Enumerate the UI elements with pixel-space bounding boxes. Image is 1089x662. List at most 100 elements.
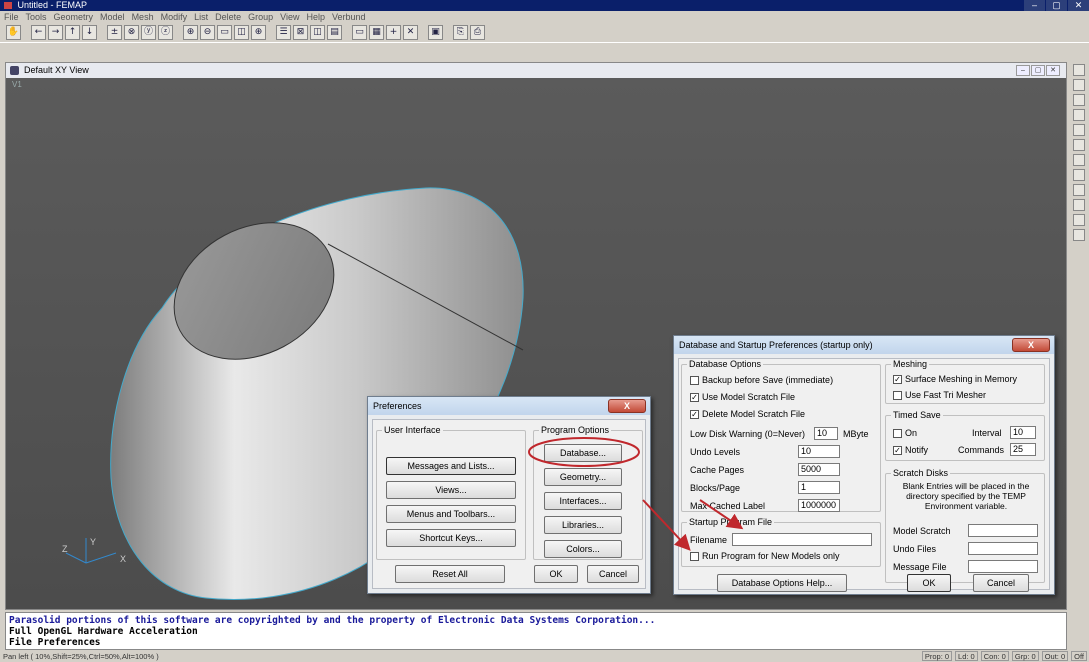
plus-icon[interactable]: +	[386, 25, 401, 40]
menu-help[interactable]: Help	[307, 11, 326, 23]
mesh-icon[interactable]	[1073, 184, 1085, 196]
timed-save-label: Timed Save	[891, 410, 943, 420]
zoom-in-icon[interactable]: ⊕	[183, 25, 198, 40]
messages-and-lists-button[interactable]: Messages and Lists...	[386, 457, 516, 475]
fast-tri-label: Use Fast Tri Mesher	[905, 390, 987, 400]
view-minimize-button[interactable]: –	[1016, 65, 1030, 76]
use-model-scratch-checkbox[interactable]: ✓ Use Model Scratch File	[690, 392, 795, 403]
grid-icon[interactable]: ▦	[369, 25, 384, 40]
database-cancel-button[interactable]: Cancel	[973, 574, 1029, 592]
geometry-button[interactable]: Geometry...	[544, 468, 622, 486]
modify-icon[interactable]	[1073, 169, 1085, 181]
database-options-help-button[interactable]: Database Options Help...	[717, 574, 847, 592]
database-options-label: Database Options	[687, 359, 764, 369]
backup-before-save-checkbox[interactable]: Backup before Save (immediate)	[690, 375, 833, 386]
zoom-out-icon[interactable]: ⊖	[200, 25, 215, 40]
center-icon[interactable]: ⊕	[251, 25, 266, 40]
menu-model[interactable]: Model	[100, 11, 125, 23]
menu-modify[interactable]: Modify	[161, 11, 188, 23]
database-close-button[interactable]: X	[1012, 338, 1050, 352]
left-arrow-icon[interactable]: ←	[31, 25, 46, 40]
fast-tri-mesher-checkbox[interactable]: Use Fast Tri Mesher	[893, 390, 986, 401]
entity-display-icon[interactable]	[1073, 124, 1085, 136]
screen-icon[interactable]: ▭	[352, 25, 367, 40]
menu-view[interactable]: View	[280, 11, 299, 23]
down-arrow-icon[interactable]: ↓	[82, 25, 97, 40]
menu-tools[interactable]: Tools	[26, 11, 47, 23]
menu-list[interactable]: List	[194, 11, 208, 23]
preferences-close-button[interactable]: X	[608, 399, 646, 413]
commands-field[interactable]: 25	[1010, 443, 1036, 456]
rotate-x-icon[interactable]: ⊗	[124, 25, 139, 40]
menu-file[interactable]: File	[4, 11, 19, 23]
print-icon[interactable]: ⎙	[470, 25, 485, 40]
interfaces-button[interactable]: Interfaces...	[544, 492, 622, 510]
libraries-button[interactable]: Libraries...	[544, 516, 622, 534]
cancel-button[interactable]: Cancel	[587, 565, 639, 583]
maximize-button[interactable]: ▢	[1045, 0, 1067, 11]
surface-meshing-checkbox[interactable]: ✓ Surface Meshing in Memory	[893, 374, 1017, 385]
blocks-page-field[interactable]: 1	[798, 481, 840, 494]
reset-all-button[interactable]: Reset All	[395, 565, 505, 583]
run-program-checkbox[interactable]: Run Program for New Models only	[690, 551, 840, 562]
status-prop: Prop: 0	[921, 651, 953, 661]
status-off: Off	[1071, 651, 1087, 661]
minimize-button[interactable]: –	[1023, 0, 1045, 11]
database-ok-button[interactable]: OK	[907, 574, 951, 592]
view-options-icon[interactable]	[1073, 79, 1085, 91]
delete-model-scratch-checkbox[interactable]: ✓ Delete Model Scratch File	[690, 409, 805, 420]
view-style-icon[interactable]	[1073, 64, 1085, 76]
autoscale-icon[interactable]: ◫	[234, 25, 249, 40]
output-icon[interactable]	[1073, 229, 1085, 241]
notify-checkbox[interactable]: ✓ Notify	[893, 445, 928, 456]
pan-icon[interactable]: ✋	[6, 25, 21, 40]
menu-group[interactable]: Group	[248, 11, 273, 23]
low-disk-field[interactable]: 10	[814, 427, 838, 440]
copy-icon[interactable]: ⎘	[453, 25, 468, 40]
box-icon[interactable]: ⊠	[293, 25, 308, 40]
view-restore-button[interactable]: ▢	[1031, 65, 1045, 76]
close-x-icon[interactable]: ✕	[403, 25, 418, 40]
right-arrow-icon[interactable]: →	[48, 25, 63, 40]
rotate-y-icon[interactable]: ⓨ	[141, 25, 156, 40]
curve-icon[interactable]	[1073, 139, 1085, 151]
menu-delete[interactable]: Delete	[215, 11, 241, 23]
menu-verbund[interactable]: Verbund	[332, 11, 366, 23]
groups-icon[interactable]	[1073, 109, 1085, 121]
ok-button[interactable]: OK	[534, 565, 578, 583]
list-icon[interactable]: ☰	[276, 25, 291, 40]
rotate-z-icon[interactable]: ⓩ	[158, 25, 173, 40]
menu-geometry[interactable]: Geometry	[54, 11, 94, 23]
model-scratch-field[interactable]	[968, 524, 1038, 537]
undo-levels-field[interactable]: 10	[798, 445, 840, 458]
menus-and-toolbars-button[interactable]: Menus and Toolbars...	[386, 505, 516, 523]
select-icon[interactable]	[1073, 154, 1085, 166]
message-file-field[interactable]	[968, 560, 1038, 573]
window-title-bar: Untitled - FEMAP – ▢ ✕	[0, 0, 1089, 11]
views-button[interactable]: Views...	[386, 481, 516, 499]
scratch-disks-group: Scratch Disks Blank Entries will be plac…	[885, 468, 1045, 583]
load-icon[interactable]	[1073, 199, 1085, 211]
close-button[interactable]: ✕	[1067, 0, 1089, 11]
colors-button[interactable]: Colors...	[544, 540, 622, 558]
max-cached-field[interactable]: 1000000	[798, 499, 840, 512]
filename-field[interactable]	[732, 533, 872, 546]
interval-field[interactable]: 10	[1010, 426, 1036, 439]
view-close-button[interactable]: ✕	[1046, 65, 1060, 76]
database-button[interactable]: Database...	[544, 444, 622, 462]
window-zoom-icon[interactable]: ▭	[217, 25, 232, 40]
layers-icon[interactable]	[1073, 94, 1085, 106]
constraint-icon[interactable]	[1073, 214, 1085, 226]
cube-icon[interactable]: ◫	[310, 25, 325, 40]
window-icon[interactable]: ▣	[428, 25, 443, 40]
menu-mesh[interactable]: Mesh	[132, 11, 154, 23]
up-arrow-icon[interactable]: ↑	[65, 25, 80, 40]
message-window[interactable]: Parasolid portions of this software are …	[5, 612, 1067, 650]
shortcut-keys-button[interactable]: Shortcut Keys...	[386, 529, 516, 547]
cache-pages-field[interactable]: 5000	[798, 463, 840, 476]
timed-save-on-checkbox[interactable]: On	[893, 428, 917, 439]
rotate-plus-icon[interactable]: ±	[107, 25, 122, 40]
undo-files-field[interactable]	[968, 542, 1038, 555]
app-icon	[4, 2, 12, 10]
render-icon[interactable]: ▤	[327, 25, 342, 40]
